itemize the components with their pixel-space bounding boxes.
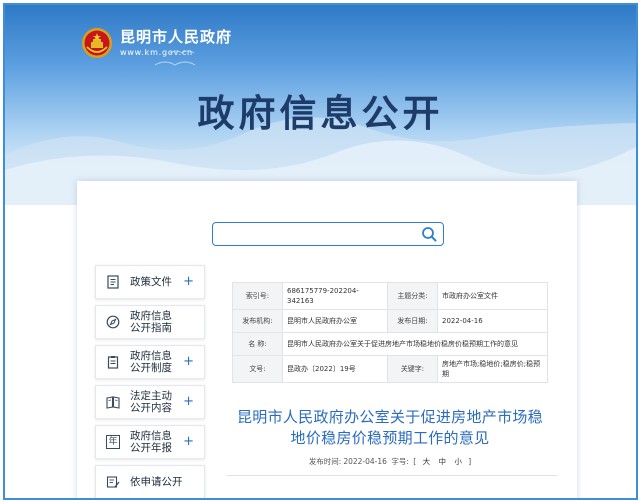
expand-plus-icon[interactable]: +: [183, 395, 194, 409]
category-value: 市政府办公室文件: [437, 282, 548, 310]
sidebar-item-label: 政策文件: [130, 276, 172, 288]
table-row: 文号: 昆政办〔2022〕19号 关键字: 房地产市场;稳地价;稳房价;稳预期: [232, 355, 548, 383]
issuer-value: 昆明市人民政府办公室: [282, 309, 388, 333]
national-emblem-icon: [82, 28, 112, 58]
sidebar-item-label: 法定主动 公开内容: [130, 390, 172, 414]
document-icon: [107, 275, 119, 289]
expand-plus-icon[interactable]: +: [183, 435, 194, 449]
bracket-open: [: [413, 457, 417, 466]
table-row: 名 称: 昆明市人民政府办公室关于促进房地产市场稳地价稳房价稳预期工作的意见: [232, 332, 548, 356]
sidebar-item-statutory-content[interactable]: 法定主动 公开内容 +: [95, 385, 205, 419]
keyword-label: 关键字:: [387, 355, 438, 383]
search-icon[interactable]: [421, 226, 437, 242]
site-title: 昆明市人民政府: [120, 28, 233, 46]
site-name-block: 昆明市人民政府 www.km.gov.cn: [120, 28, 232, 58]
content-divider: [227, 475, 557, 476]
index-label: 索引号:: [232, 282, 283, 310]
date-value: 2022-04-16: [437, 309, 548, 333]
page-title: 政府信息公开: [197, 92, 444, 135]
expand-plus-icon[interactable]: +: [183, 355, 194, 369]
font-size-large-button[interactable]: 大: [423, 457, 431, 466]
document-metadata-table: 索引号: 686175779-202204-342163 主题分类: 市政府办公…: [232, 282, 548, 383]
search-box: [212, 222, 444, 247]
form-edit-icon: [106, 476, 120, 488]
site-logo[interactable]: 昆明市人民政府 www.km.gov.cn: [81, 27, 232, 59]
date-label: 发布日期:: [387, 309, 438, 333]
category-label: 主题分类:: [387, 282, 438, 310]
page-frame: 昆明市人民政府 www.km.gov.cn 政府信息公开 政策文件 + 政府信息…: [3, 3, 638, 500]
book-icon: [106, 396, 120, 409]
clipboard-icon: [107, 356, 119, 369]
sidebar-item-label: 政府信息 公开制度: [130, 350, 172, 374]
docno-label: 文号:: [232, 355, 283, 383]
content-panel: 政策文件 + 政府信息 公开指南 政府信息 公开制度 + 法定主动 公开内容 +…: [77, 181, 577, 498]
sidebar: 政策文件 + 政府信息 公开指南 政府信息 公开制度 + 法定主动 公开内容 +…: [95, 265, 207, 498]
compass-icon: [106, 315, 120, 329]
header-banner: 昆明市人民政府 www.km.gov.cn 政府信息公开: [5, 5, 636, 205]
sidebar-item-apply-disclosure[interactable]: 依申请公开: [95, 465, 205, 498]
document-info-line: 发布时间: 2022-04-16 字号: [ 大 中 小 ]: [232, 456, 548, 467]
document-title: 昆明市人民政府办公室关于促进房地产市场稳地价稳房价稳预期工作的意见: [236, 408, 543, 447]
publish-date: 2022-04-16: [343, 457, 387, 466]
publish-label: 发布时间:: [308, 457, 342, 466]
sidebar-item-label: 政府信息 公开指南: [130, 310, 172, 334]
sidebar-item-label: 政府信息 公开年报: [130, 430, 172, 454]
sidebar-item-label-text: 政府信息 公开年报: [130, 430, 172, 454]
sidebar-item-label-text: 政府信息 公开指南: [130, 310, 172, 334]
sidebar-item-disclosure-guide[interactable]: 政府信息 公开指南: [95, 305, 205, 339]
fontsize-label: 字号:: [391, 457, 409, 466]
year-icon: 年: [106, 435, 120, 449]
expand-plus-icon[interactable]: +: [183, 275, 194, 289]
sidebar-item-disclosure-system[interactable]: 政府信息 公开制度 +: [95, 345, 205, 379]
issuer-label: 发布机构:: [232, 309, 283, 333]
site-url: www.km.gov.cn: [120, 48, 193, 57]
search-input[interactable]: [219, 224, 419, 247]
font-size-small-button[interactable]: 小: [454, 457, 462, 466]
sidebar-item-policy-documents[interactable]: 政策文件 +: [95, 265, 205, 299]
sidebar-item-annual-report[interactable]: 年 政府信息 公开年报 +: [95, 425, 205, 459]
bracket-close: ]: [468, 457, 472, 466]
year-icon-glyph: 年: [108, 437, 118, 447]
docno-value: 昆政办〔2022〕19号: [282, 355, 388, 383]
index-value: 686175779-202204-342163: [282, 282, 388, 310]
sidebar-item-label: 依申请公开: [130, 476, 183, 488]
keyword-value: 房地产市场;稳地价;稳房价;稳预期: [437, 355, 548, 383]
sidebar-item-label-text: 法定主动 公开内容: [130, 390, 172, 414]
table-row: 索引号: 686175779-202204-342163 主题分类: 市政府办公…: [232, 282, 548, 310]
font-size-medium-button[interactable]: 中: [438, 457, 446, 466]
name-label: 名 称:: [232, 332, 283, 356]
table-row: 发布机构: 昆明市人民政府办公室 发布日期: 2022-04-16: [232, 309, 548, 333]
name-value: 昆明市人民政府办公室关于促进房地产市场稳地价稳房价稳预期工作的意见: [282, 332, 548, 356]
sidebar-item-label-text: 政府信息 公开制度: [130, 350, 172, 374]
